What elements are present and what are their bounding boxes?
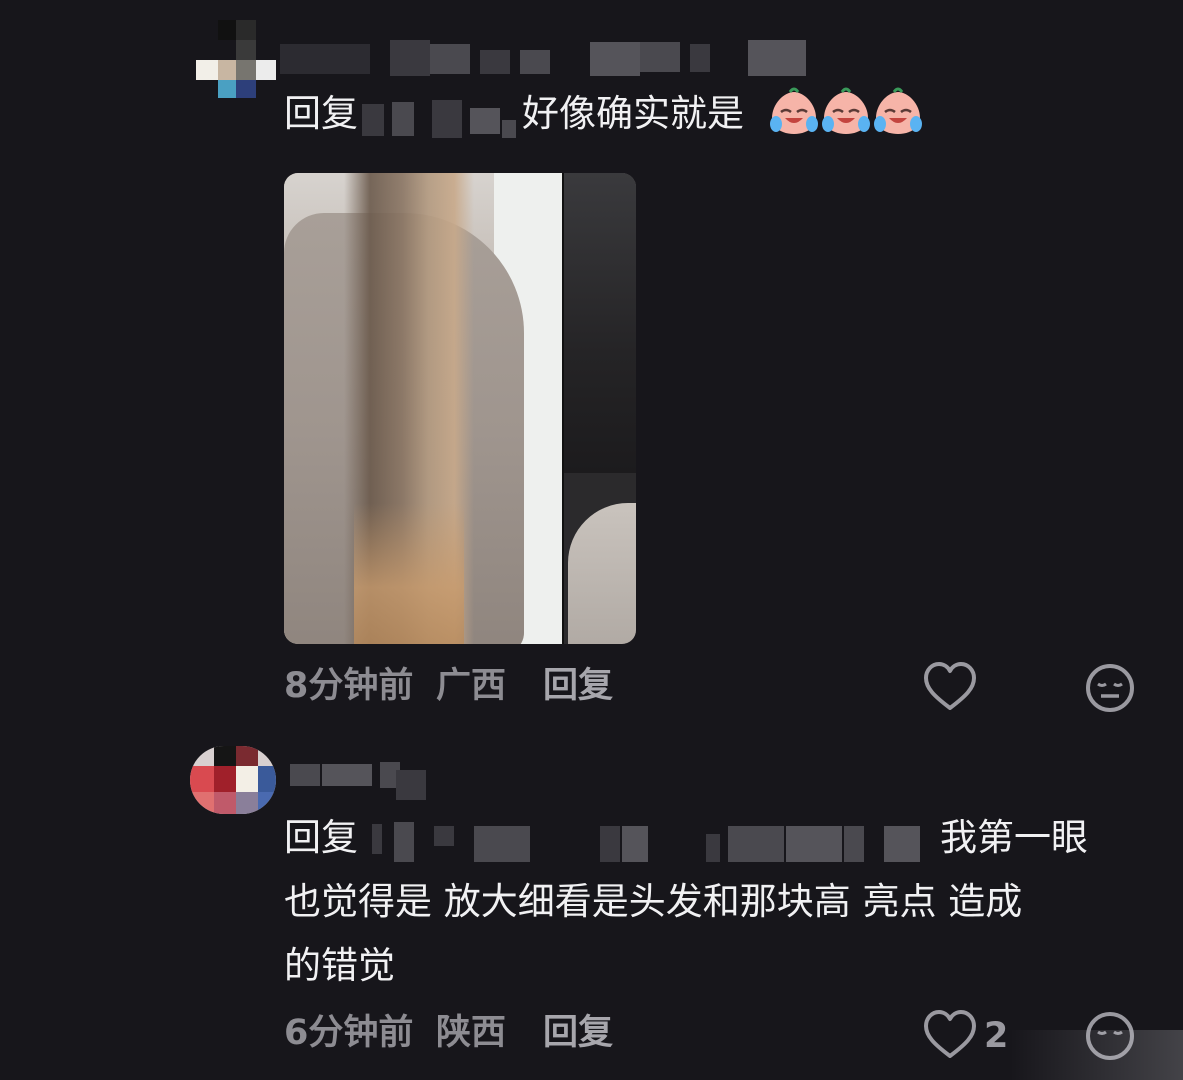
reply-prefix: 回复 [284, 816, 358, 859]
comment-location: 陕西 [436, 1013, 507, 1053]
comment-text-line1: 我第一眼 [940, 816, 1088, 859]
comment-text-line3: 的错觉 [284, 944, 395, 987]
watermark [1010, 1030, 1183, 1080]
comment-time: 6分钟前 [284, 1013, 414, 1053]
reply-button[interactable]: 回复 [543, 1013, 613, 1053]
crying-laughing-face-icon [822, 87, 870, 134]
meh-face-icon[interactable] [1084, 662, 1136, 714]
reply-prefix: 回复 [284, 92, 358, 135]
comment-location: 广西 [436, 666, 507, 706]
reply-button[interactable]: 回复 [543, 666, 613, 706]
avatar[interactable] [190, 746, 276, 814]
crying-laughing-face-icon [874, 87, 922, 134]
heart-outline-icon[interactable] [922, 660, 978, 714]
avatar[interactable] [196, 20, 276, 98]
comment-time: 8分钟前 [284, 666, 414, 706]
comment-text: 好像确实就是 [522, 92, 744, 135]
comment-text-line2: 也觉得是 放大细看是头发和那块高 亮点 造成 [284, 880, 1023, 923]
comment-image[interactable] [284, 173, 636, 644]
like-count: 2 [984, 1016, 1009, 1056]
heart-outline-icon[interactable] [922, 1008, 978, 1062]
crying-laughing-face-icon [770, 87, 818, 134]
